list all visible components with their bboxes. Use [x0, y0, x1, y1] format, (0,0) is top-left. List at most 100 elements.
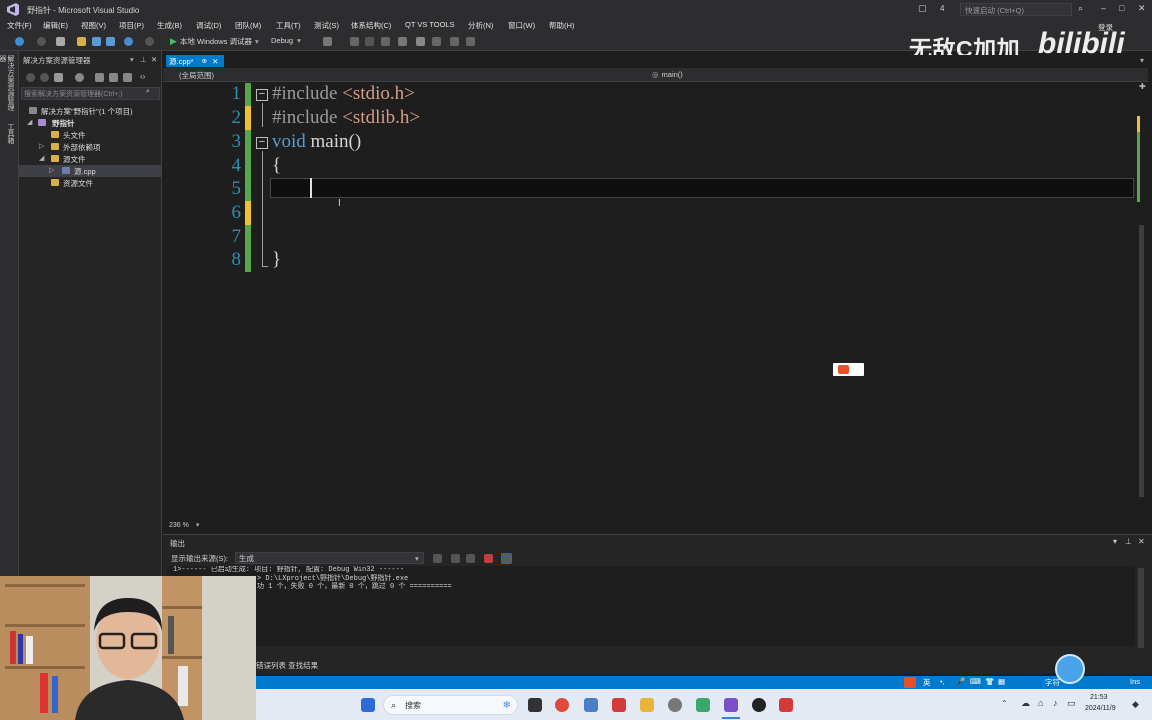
pin-icon[interactable]: ⊕	[202, 57, 207, 65]
redo-icon[interactable]	[145, 37, 154, 46]
collapse-icon[interactable]: −	[256, 89, 268, 101]
file-explorer-icon[interactable]	[640, 698, 654, 712]
ime-mode[interactable]: 英	[923, 677, 931, 688]
menu-debug[interactable]: 调试(D)	[196, 20, 221, 31]
search-icon[interactable]: ⌕	[1078, 3, 1083, 14]
config-select[interactable]: Debug ▾	[271, 36, 301, 45]
tab-source-cpp[interactable]: 源.cpp* ⊕ ✕	[166, 55, 224, 67]
close-button[interactable]: ✕	[1138, 3, 1146, 14]
collapse-icon[interactable]: −	[256, 137, 268, 149]
toolbar-tool-icon[interactable]	[398, 37, 407, 46]
floating-ball-icon[interactable]	[1055, 654, 1085, 684]
refresh-icon[interactable]	[95, 73, 104, 82]
collapsed-arrow-icon[interactable]: ▷	[39, 142, 44, 150]
skin-icon[interactable]: 👕	[985, 677, 994, 686]
back-icon[interactable]	[15, 37, 24, 46]
close-icon[interactable]: ✕	[1138, 537, 1145, 546]
sogou-icon[interactable]	[904, 677, 916, 688]
menu-team[interactable]: 团队(M)	[235, 20, 261, 31]
start-debugging-button[interactable]: ▶ 本地 Windows 调试器 ▾	[170, 36, 259, 47]
volume-icon[interactable]: ♪	[1053, 698, 1058, 708]
expanded-arrow-icon[interactable]: ◢	[27, 118, 32, 126]
tree-project[interactable]: ◢ 野指针	[19, 117, 162, 129]
toolbox-icon[interactable]: ▦	[998, 677, 1005, 686]
clear-all-icon[interactable]	[484, 554, 493, 563]
output-source-select[interactable]: 生成 ▾	[235, 552, 424, 564]
tree-source-files[interactable]: ◢ 源文件	[19, 153, 162, 165]
menu-view[interactable]: 视图(V)	[81, 20, 106, 31]
qq-icon[interactable]	[752, 698, 766, 712]
menu-analyze[interactable]: 分析(N)	[468, 20, 493, 31]
menu-file[interactable]: 文件(F)	[7, 20, 32, 31]
menu-tools[interactable]: 工具(T)	[276, 20, 301, 31]
notification-icon[interactable]: ▢	[918, 3, 927, 14]
collapse-all-icon[interactable]	[109, 73, 118, 82]
code-view-icon[interactable]: ‹›	[140, 72, 145, 81]
forward-icon[interactable]	[40, 73, 49, 82]
toolbox-side-tab[interactable]: 工具箱	[5, 123, 14, 145]
split-icon[interactable]: ✚	[1139, 82, 1146, 91]
app-icon[interactable]	[696, 698, 710, 712]
settings-icon[interactable]	[668, 698, 682, 712]
function-select[interactable]: ◎ main()	[652, 70, 683, 79]
toolbar-tool-icon[interactable]	[350, 37, 359, 46]
menu-help[interactable]: 帮助(H)	[549, 20, 574, 31]
close-icon[interactable]: ✕	[212, 57, 218, 66]
chrome-icon[interactable]	[555, 698, 569, 712]
menu-edit[interactable]: 编辑(E)	[43, 20, 68, 31]
clock-time[interactable]: 21:53	[1090, 694, 1108, 701]
output-tool-icon[interactable]	[451, 554, 460, 563]
microphone-icon[interactable]: 🎤	[956, 677, 965, 686]
save-all-icon[interactable]	[106, 37, 115, 46]
menu-build[interactable]: 生成(B)	[157, 20, 182, 31]
save-icon[interactable]	[92, 37, 101, 46]
chevron-up-icon[interactable]: ⌃	[1001, 699, 1008, 708]
open-file-icon[interactable]	[77, 37, 86, 46]
minimize-button[interactable]: –	[1101, 3, 1106, 13]
output-tool-icon[interactable]	[433, 554, 442, 563]
tab-dropdown-icon[interactable]: ▾	[1140, 56, 1144, 65]
menu-test[interactable]: 测试(S)	[314, 20, 339, 31]
close-icon[interactable]: ✕	[151, 55, 157, 64]
notification-bell-icon[interactable]: ◆	[1132, 699, 1139, 710]
output-bottom-tabs[interactable]: 错误列表 查找结果	[256, 660, 318, 671]
cloud-icon[interactable]: ☁	[1021, 698, 1030, 709]
wps-icon[interactable]	[779, 698, 793, 712]
pin-icon[interactable]: ⊥	[140, 55, 147, 64]
show-all-files-icon[interactable]	[123, 73, 132, 82]
wps-icon[interactable]	[612, 698, 626, 712]
forward-icon[interactable]	[37, 37, 46, 46]
editor-scrollbar[interactable]: ✚	[1136, 82, 1148, 518]
maximize-button[interactable]: □	[1119, 3, 1124, 13]
word-wrap-icon[interactable]	[501, 553, 512, 564]
output-text[interactable]: 1>------ 已启动生成: 项目: 野指针, 配置: Debug Win32…	[167, 566, 1135, 646]
menu-window[interactable]: 窗口(W)	[508, 20, 535, 31]
zoom-level[interactable]: 236 %	[169, 522, 189, 529]
menu-project[interactable]: 项目(P)	[119, 20, 144, 31]
toolbar-tool-icon[interactable]	[365, 37, 374, 46]
notification-count[interactable]: 4	[940, 4, 944, 13]
menu-architecture[interactable]: 体系结构(C)	[351, 20, 391, 31]
toolbar-tool-icon[interactable]	[323, 37, 332, 46]
collapsed-arrow-icon[interactable]: ▷	[49, 166, 54, 174]
scrollbar-thumb[interactable]	[1139, 225, 1144, 497]
tree-solution[interactable]: 解决方案"野指针"(1 个项目)	[19, 105, 162, 117]
output-tool-icon[interactable]	[466, 554, 475, 563]
quick-launch-input[interactable]: 快速启动 (Ctrl+Q)	[960, 3, 1072, 16]
new-project-icon[interactable]	[56, 37, 65, 46]
menu-qt-vs-tools[interactable]: QT VS TOOLS	[405, 20, 455, 29]
dropdown-icon[interactable]: ▾	[130, 55, 134, 64]
toolbar-tool-icon[interactable]	[466, 37, 475, 46]
tree-external-deps[interactable]: ▷ 外部依赖项	[19, 141, 162, 153]
solution-search-input[interactable]: 搜索解决方案资源管理器(Ctrl+;) ⌕	[21, 87, 160, 100]
tree-source-cpp[interactable]: ▷ 源.cpp	[19, 165, 162, 177]
ime-floating-icon[interactable]	[833, 363, 864, 376]
search-icon[interactable]: ⌕	[146, 88, 150, 96]
punctuation-icon[interactable]: •,	[940, 677, 945, 686]
network-icon[interactable]: ⌂	[1038, 698, 1043, 708]
tree-resource-files[interactable]: 资源文件	[19, 177, 162, 189]
tree-header-files[interactable]: 头文件	[19, 129, 162, 141]
home-icon[interactable]	[54, 73, 63, 82]
start-menu-icon[interactable]	[361, 698, 375, 712]
taskbar-search[interactable]: ⌕ 搜索 ❄	[383, 695, 518, 715]
